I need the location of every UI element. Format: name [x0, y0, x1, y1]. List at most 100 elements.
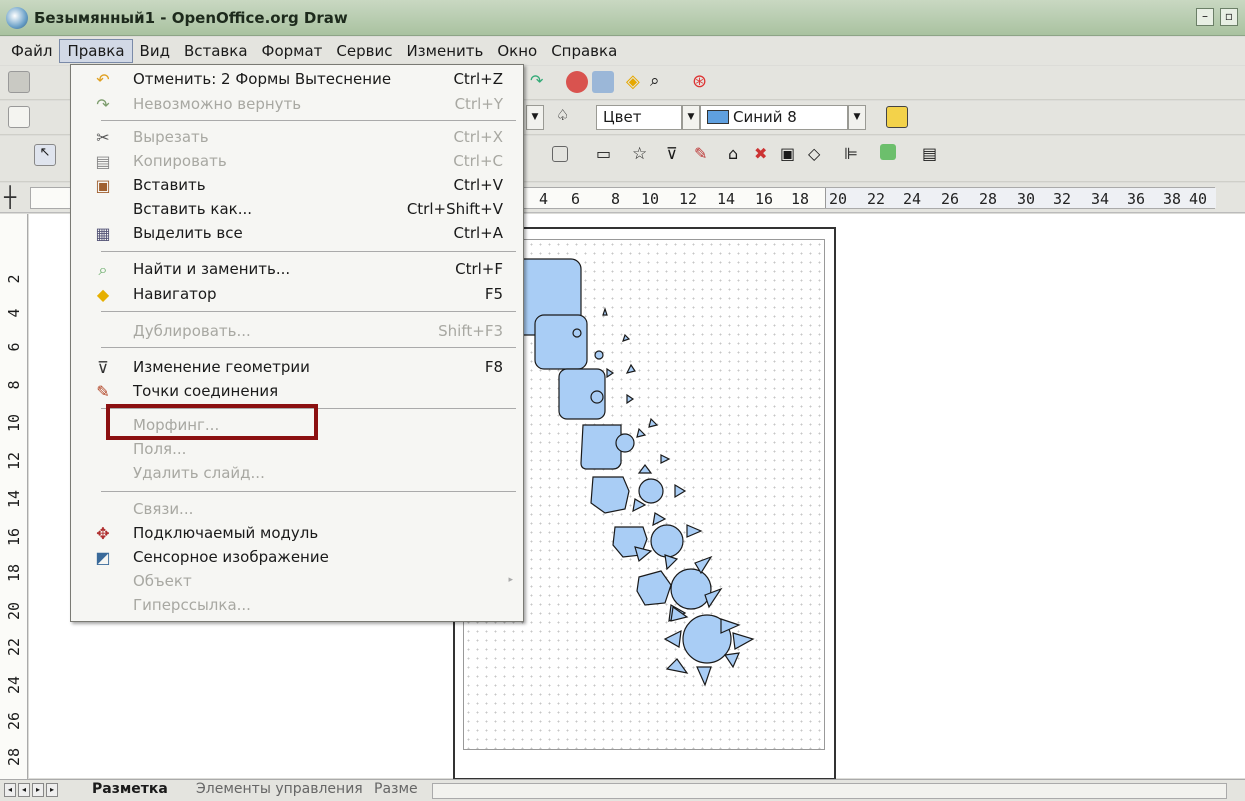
menu-item-undo[interactable]: ↶ Отменить: 2 Формы Вытеснение Ctrl+Z: [71, 67, 523, 93]
menu-item-navigator[interactable]: ◆ Навигатор F5: [71, 282, 523, 308]
shape-ray[interactable]: [652, 512, 667, 527]
menu-item-object[interactable]: Объект ▸: [71, 569, 523, 595]
shape-ray[interactable]: [636, 427, 647, 438]
shape-ray[interactable]: [606, 367, 615, 379]
shape-ray[interactable]: [625, 363, 636, 374]
basic-shapes-icon[interactable]: [552, 146, 568, 162]
menu-item-hyperlink[interactable]: Гиперссылка...: [71, 593, 523, 619]
shape-ray[interactable]: [665, 658, 689, 674]
menu-item-paste-special[interactable]: Вставить как... Ctrl+Shift+V: [71, 197, 523, 223]
menu-item-cut[interactable]: ✂ Вырезать Ctrl+X: [71, 125, 523, 151]
minimize-button[interactable]: –: [1196, 8, 1214, 26]
menu-item-image-map[interactable]: ◩ Сенсорное изображение: [71, 545, 523, 571]
shape-ray[interactable]: [696, 666, 712, 687]
menu-file[interactable]: Файл: [4, 40, 59, 62]
shape-ray[interactable]: [732, 632, 755, 650]
shape-ray[interactable]: [626, 393, 635, 405]
menu-view[interactable]: Вид: [133, 40, 177, 62]
select-pointer-icon[interactable]: ↖: [34, 144, 56, 166]
menu-item-label: Найти и заменить...: [133, 260, 291, 278]
menu-item-duplicate[interactable]: Дублировать... Shift+F3: [71, 319, 523, 345]
menu-window[interactable]: Окно: [490, 40, 544, 62]
shape-ray[interactable]: [622, 333, 631, 342]
first-tab-icon[interactable]: ◂: [4, 783, 16, 797]
menu-item-find-replace[interactable]: ⌕ Найти и заменить... Ctrl+F: [71, 257, 523, 283]
ruler-tick: 22: [5, 637, 23, 657]
maximize-button[interactable]: ▫: [1220, 8, 1238, 26]
align-icon[interactable]: ⊫: [844, 144, 866, 166]
menu-tools[interactable]: Сервис: [329, 40, 399, 62]
shape-ray[interactable]: [663, 629, 682, 648]
shape-circle[interactable]: [572, 328, 582, 338]
points-toolbar-icon[interactable]: ⊽: [666, 144, 688, 166]
shape-circle[interactable]: [615, 433, 635, 453]
3d-objects-icon[interactable]: ◇: [808, 144, 830, 166]
fontwork-icon[interactable]: ⌂: [728, 144, 750, 166]
menu-edit[interactable]: Правка: [59, 39, 133, 63]
menu-item-redo[interactable]: ↷ Невозможно вернуть Ctrl+Y: [71, 92, 523, 118]
tab-layout[interactable]: Разметка: [86, 781, 174, 801]
menu-item-copy[interactable]: ▤ Копировать Ctrl+C: [71, 149, 523, 175]
new-document-icon[interactable]: [8, 71, 30, 93]
menu-item-points[interactable]: ⊽ Изменение геометрии F8: [71, 355, 523, 381]
shape-ray[interactable]: [637, 464, 653, 474]
redo-toolbar-icon[interactable]: ↷: [530, 71, 552, 93]
shadow-icon[interactable]: [886, 106, 908, 128]
menu-item-plugin[interactable]: ✥ Подключаемый модуль: [71, 521, 523, 547]
shape-morph[interactable]: [580, 424, 622, 470]
menu-format[interactable]: Формат: [255, 40, 330, 62]
extrusion-icon[interactable]: ▤: [922, 144, 944, 166]
arrange-icon[interactable]: [880, 144, 896, 160]
menu-item-label: Вырезать: [133, 128, 209, 146]
shape-circle[interactable]: [650, 524, 684, 558]
menu-item-fields[interactable]: Поля...: [71, 437, 523, 463]
glue-toolbar-icon[interactable]: ✎: [694, 144, 716, 166]
styles-icon[interactable]: [8, 106, 30, 128]
shape-circle[interactable]: [670, 568, 712, 610]
shape-morph[interactable]: [636, 570, 672, 606]
navigator-toolbar-icon[interactable]: ◈: [626, 71, 648, 93]
zoom-icon[interactable]: ⌕: [650, 71, 672, 93]
tab-controls[interactable]: Элементы управления: [190, 781, 369, 801]
line-style-dropdown-arrow[interactable]: ▼: [526, 105, 544, 130]
menu-item-links[interactable]: Связи...: [71, 497, 523, 523]
area-icon[interactable]: ♤: [556, 106, 578, 128]
vertical-ruler[interactable]: 2 4 6 8 10 12 14 16 18 20 22 24 26 28: [0, 214, 28, 779]
shape-circle[interactable]: [594, 350, 604, 360]
image-from-file-icon[interactable]: ✖: [754, 144, 776, 166]
shape-circle[interactable]: [590, 390, 604, 404]
menu-help[interactable]: Справка: [544, 40, 624, 62]
help-icon[interactable]: ⊛: [692, 71, 714, 93]
prev-tab-icon[interactable]: ◂: [18, 783, 30, 797]
horizontal-scrollbar[interactable]: [432, 783, 1227, 799]
fill-color-select[interactable]: Синий 8: [700, 105, 848, 130]
fill-color-dropdown-arrow[interactable]: ▼: [848, 105, 866, 130]
shape-ray[interactable]: [723, 652, 740, 669]
last-tab-icon[interactable]: ▸: [46, 783, 58, 797]
menu-item-select-all[interactable]: ▦ Выделить все Ctrl+A: [71, 221, 523, 247]
tab-dimension-lines[interactable]: Разме: [368, 781, 424, 801]
menu-insert[interactable]: Вставка: [177, 40, 255, 62]
menu-item-glue-points[interactable]: ✎ Точки соединения: [71, 379, 523, 405]
shape-morph[interactable]: [590, 476, 630, 514]
chart-icon[interactable]: [566, 71, 588, 93]
fill-mode-dropdown-arrow[interactable]: ▼: [682, 105, 700, 130]
menu-item-paste[interactable]: ▣ Вставить Ctrl+V: [71, 173, 523, 199]
shape-circle[interactable]: [638, 478, 664, 504]
star-shapes-icon[interactable]: ☆: [632, 144, 654, 166]
shape-ray[interactable]: [664, 554, 679, 571]
fill-mode-select[interactable]: Цвет: [596, 105, 682, 130]
shape-ray[interactable]: [674, 483, 687, 499]
shape-ray[interactable]: [602, 307, 608, 316]
shape-ray[interactable]: [648, 417, 659, 428]
shape-ray[interactable]: [660, 454, 671, 464]
menu-modify[interactable]: Изменить: [399, 40, 490, 62]
gallery-icon[interactable]: [592, 71, 614, 93]
next-tab-icon[interactable]: ▸: [32, 783, 44, 797]
shape-ray[interactable]: [634, 546, 653, 563]
shape-square[interactable]: [534, 314, 588, 370]
menu-item-delete-slide[interactable]: Удалить слайд...: [71, 461, 523, 487]
gallery-toolbar-icon[interactable]: ▣: [780, 144, 802, 166]
shape-ray[interactable]: [686, 524, 703, 538]
callout-icon[interactable]: ▭: [596, 144, 618, 166]
